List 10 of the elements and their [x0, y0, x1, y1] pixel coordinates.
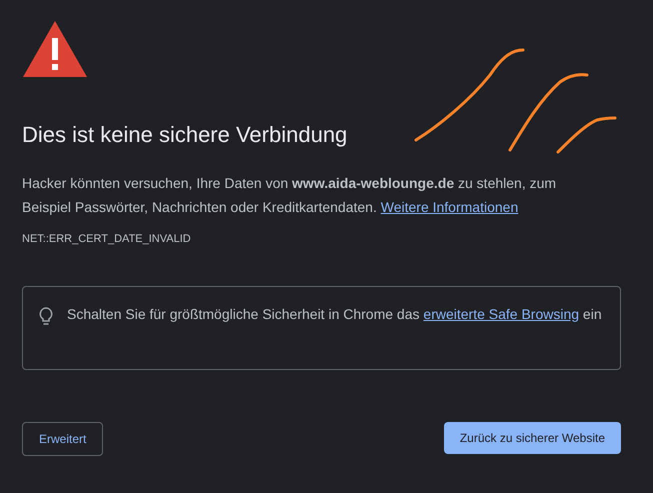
- warning-icon: [22, 20, 88, 78]
- safe-browsing-link[interactable]: erweiterte Safe Browsing: [423, 306, 580, 322]
- back-to-safety-button[interactable]: Zurück zu sicherer Website: [444, 422, 621, 454]
- lightbulb-icon: [39, 306, 53, 326]
- page-title: Dies ist keine sichere Verbindung: [22, 121, 348, 149]
- error-code: NET::ERR_CERT_DATE_INVALID: [22, 232, 192, 247]
- more-info-link[interactable]: Weitere Informationen: [380, 199, 518, 215]
- safe-browsing-tip: Schalten Sie für größtmögliche Sicherheit in Chrome das erweiterte Safe Browsing ein: [67, 304, 602, 324]
- advanced-button[interactable]: Erweitert: [22, 422, 104, 456]
- warning-message: Hacker könnten versuchen, Ihre Daten von www.aida-weblounge.de zu stehlen, zum Beispiel Passwörter, Nachrichten oder Kreditkartendaten. Weitere Informationen: [22, 174, 558, 217]
